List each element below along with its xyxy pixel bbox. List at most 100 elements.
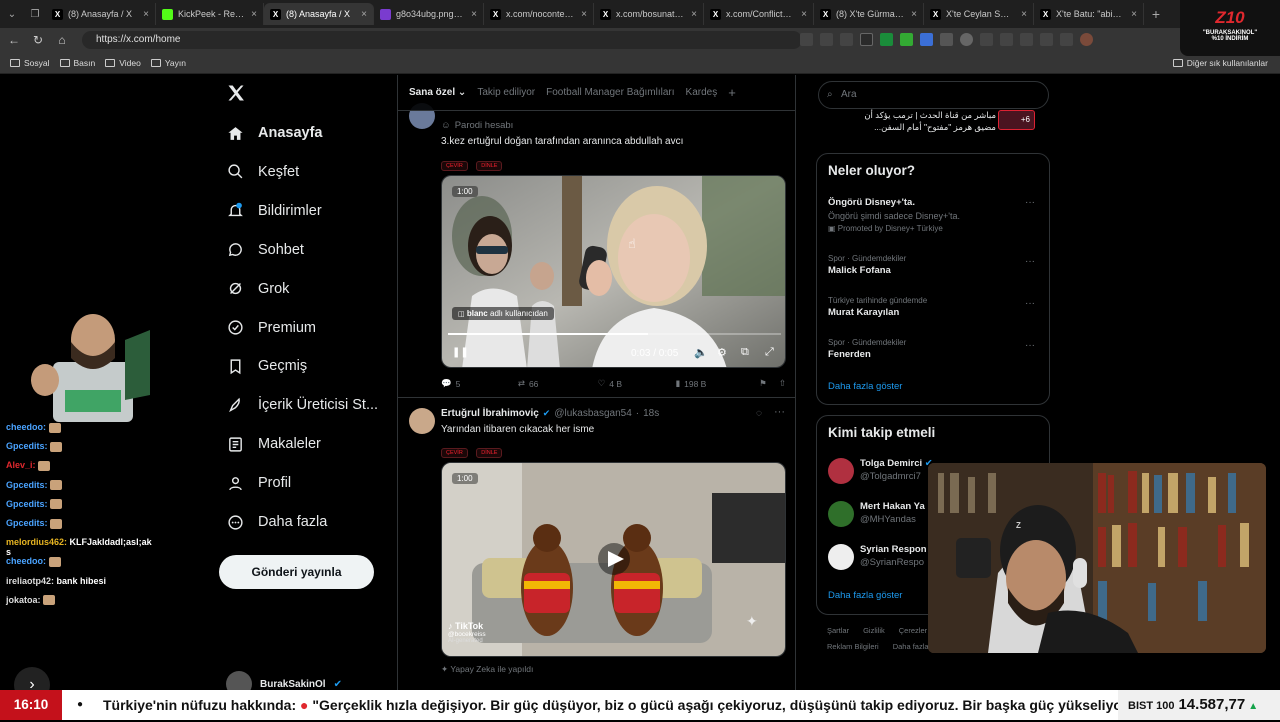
share-icon[interactable]: ⇧ [779, 378, 786, 389]
ext-s-icon[interactable] [940, 33, 953, 46]
home-button-icon[interactable]: ⌂ [50, 33, 74, 47]
close-tab-icon[interactable]: × [581, 9, 587, 20]
tweet-video[interactable]: 1:00 ♪ TikTok @bocekreiss AI-generated ✦ [441, 462, 786, 657]
close-tab-icon[interactable]: × [1131, 9, 1137, 20]
views-stat[interactable]: ▮ 198 B [675, 378, 759, 389]
tweet-video[interactable]: 1:00 ☝ ◫ blanc adlı kullanıcıdan ❚❚ 0:03… [441, 175, 786, 368]
bookmark-folder[interactable]: Yayın [150, 58, 186, 68]
bookmark-folder[interactable]: Sosyal [10, 58, 50, 68]
nav-item-chat[interactable]: Sohbet [226, 241, 304, 259]
search-input[interactable]: ⌕ Ara [818, 81, 1049, 109]
bookmark-folder[interactable]: Basın [59, 58, 95, 68]
author-handle[interactable]: @lukasbasgan54 [554, 408, 631, 419]
pip-icon[interactable]: ⧉ [741, 346, 749, 359]
trends-show-more[interactable]: Daha fazla göster [828, 381, 902, 392]
close-tab-icon[interactable]: × [471, 9, 477, 20]
trend-item[interactable]: Öngörü Disney+'ta. Öngörü şimdi sadece D… [828, 195, 1043, 233]
footer-link[interactable]: Çerezler [899, 626, 927, 635]
ext-dark-icon[interactable] [860, 33, 873, 46]
more-icon[interactable]: ··· [774, 406, 785, 418]
trend-item[interactable]: Türkiye tarihinde gündemde Murat Karayıl… [828, 296, 1043, 318]
browser-tab[interactable]: X (8) X'te Gürman: "H × [814, 3, 924, 25]
reload-icon[interactable]: ↻ [26, 33, 50, 47]
post-button[interactable]: Gönderi yayınla [219, 555, 374, 589]
listen-badge[interactable]: DİNLE [476, 448, 503, 458]
more-icon[interactable]: ··· [1025, 298, 1035, 309]
browser-tab[interactable]: Xx.com/ConflictTR/st × [704, 3, 814, 25]
reply-button[interactable]: 💬 5 [441, 378, 518, 389]
ext-green-icon[interactable] [880, 33, 893, 46]
ext-record-icon[interactable] [960, 33, 973, 46]
close-tab-icon[interactable]: × [911, 9, 917, 20]
listen-badge[interactable]: DİNLE [476, 161, 503, 171]
star-icon[interactable] [840, 33, 853, 46]
screenshot-icon[interactable] [1060, 33, 1073, 46]
footer-link[interactable]: Reklam Bilgileri [827, 642, 879, 651]
new-tab-button[interactable]: + [1144, 6, 1168, 22]
close-tab-icon[interactable]: × [801, 9, 807, 20]
like-button[interactable]: ♡ 4 B [598, 378, 676, 389]
settings-gear-icon[interactable]: ⚙ [717, 346, 727, 359]
browser-tab[interactable]: X X'te Batu: "abisinin × [1034, 3, 1144, 25]
other-bookmarks-folder[interactable]: Diğer sık kullanılanlar [1172, 58, 1268, 68]
bookmark-folder[interactable]: Video [105, 58, 141, 68]
browser-tab[interactable]: g8o34ubg.png | Hız × [374, 3, 484, 25]
nav-item-more-circle[interactable]: Daha fazla [226, 513, 327, 531]
more-icon[interactable]: ··· [1025, 256, 1035, 267]
volume-icon[interactable]: 🔈 [694, 346, 708, 359]
close-tab-icon[interactable]: × [691, 9, 697, 20]
video-progress-track[interactable] [448, 333, 781, 335]
tab-fm-community[interactable]: Football Manager Bağımlıları [546, 87, 674, 98]
nav-item-article[interactable]: Makaleler [226, 435, 321, 453]
tab-for-you[interactable]: Sana özel ⌄ [409, 87, 466, 98]
tweet[interactable]: ☺ Parodi hesabı 3.kez ertuğrul doğan tara… [398, 103, 795, 403]
bookmark-button-icon[interactable]: ⚑ [759, 378, 767, 389]
tab-following[interactable]: Takip ediliyor [477, 87, 535, 98]
tweet-time[interactable]: 18s [643, 408, 659, 419]
fullscreen-icon[interactable]: ⤢ [765, 346, 774, 359]
tab-kardes[interactable]: Kardeş [686, 87, 718, 98]
close-tab-icon[interactable]: × [251, 9, 257, 20]
x-logo-icon[interactable] [226, 83, 248, 105]
ext-game-icon[interactable] [900, 33, 913, 46]
trend-item[interactable]: Spor · Gündemdekiler Malick Fofana ··· [828, 254, 1043, 276]
nav-item-grok[interactable]: Grok [226, 280, 289, 298]
footer-link[interactable]: Şartlar [827, 626, 849, 635]
grok-icon[interactable]: ◌ [756, 408, 762, 419]
tab-menu-icon[interactable]: ⌄ [0, 9, 24, 20]
nav-item-person[interactable]: Profil [226, 474, 291, 492]
nav-item-rocket[interactable]: İçerik Üreticisi St... [226, 396, 378, 414]
ext-puzzle-icon[interactable] [980, 33, 993, 46]
close-tab-icon[interactable]: × [1021, 9, 1027, 20]
browser-tab[interactable]: X (8) Anasayfa / X × [46, 3, 156, 25]
sidebar-icon[interactable] [1000, 33, 1013, 46]
nav-item-bell[interactable]: Bildirimler [226, 202, 322, 220]
translate-badge[interactable]: ÇEVİR [441, 448, 468, 458]
workspaces-icon[interactable]: ❐ [24, 9, 46, 20]
nav-item-search[interactable]: Keşfet [226, 163, 299, 181]
ext-translate-icon[interactable] [920, 33, 933, 46]
browser-tab[interactable]: X X'te Ceylan Sever: "I × [924, 3, 1034, 25]
nav-item-premium[interactable]: Premium [226, 319, 316, 337]
split-view-icon[interactable] [800, 33, 813, 46]
nav-item-bookmark[interactable]: Geçmiş [226, 357, 307, 375]
add-tab-icon[interactable]: + [728, 85, 736, 100]
nav-item-home[interactable]: Anasayfa [226, 124, 322, 142]
browser-tab[interactable]: KickPeek - Real-time × [156, 3, 264, 25]
reader-icon[interactable] [820, 33, 833, 46]
translate-badge[interactable]: ÇEVİR [441, 161, 468, 171]
who-show-more[interactable]: Daha fazla göster [828, 590, 902, 601]
more-icon[interactable]: ··· [1025, 197, 1035, 208]
collections-icon[interactable] [1040, 33, 1053, 46]
browser-tab[interactable]: X (8) Anasayfa / X × [264, 3, 374, 25]
favorites-icon[interactable] [1020, 33, 1033, 46]
tweet[interactable]: Ertuğrul İbrahimoviç ✔ @lukasbasgan54 · … [398, 398, 795, 690]
profile-avatar-icon[interactable] [1080, 33, 1093, 46]
author-name[interactable]: Ertuğrul İbrahimoviç [441, 408, 539, 419]
url-field[interactable]: https://x.com/home [82, 31, 802, 49]
pause-icon[interactable]: ❚❚ [452, 347, 469, 358]
browser-tab[interactable]: Xx.com/bosunatiklam × [594, 3, 704, 25]
top-trend-snippet[interactable]: مباشر من قناة الحدث | ترمب يؤكد أن مضيق … [826, 109, 996, 133]
close-tab-icon[interactable]: × [143, 9, 149, 20]
close-tab-icon[interactable]: × [361, 9, 367, 20]
